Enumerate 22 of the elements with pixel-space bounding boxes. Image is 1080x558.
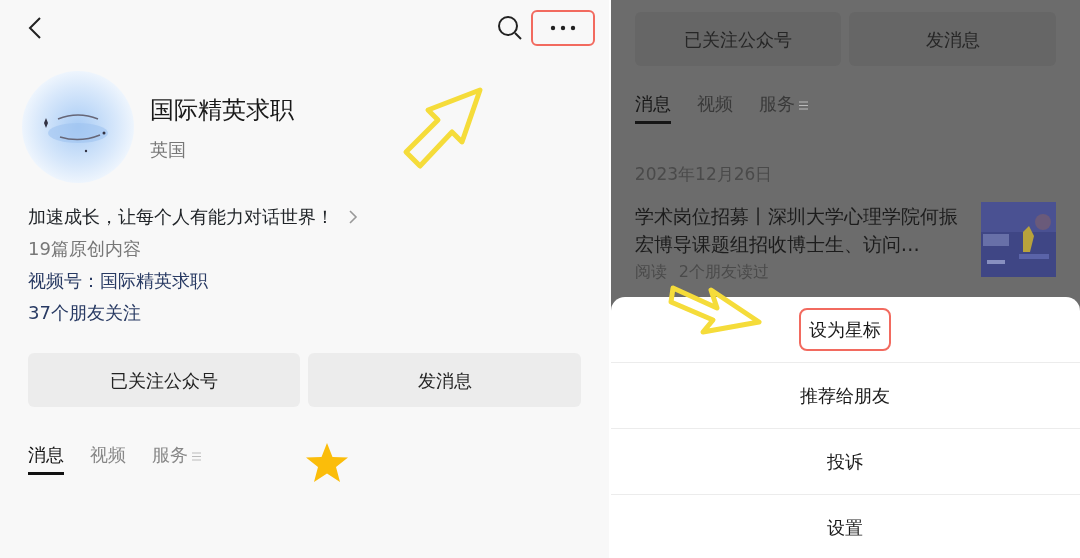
account-name: 国际精英求职 xyxy=(150,94,294,126)
friends-count[interactable]: 37个朋友关注 xyxy=(28,297,581,329)
menu-item[interactable]: 设为星标 xyxy=(799,308,892,351)
tab[interactable]: 消息 xyxy=(28,441,64,475)
chevron-right-icon[interactable] xyxy=(348,209,358,225)
menu-icon[interactable] xyxy=(798,100,808,110)
star-icon xyxy=(305,442,349,484)
menu-item[interactable]: 设置 xyxy=(817,506,874,549)
tab[interactable]: 服务 xyxy=(152,441,188,475)
more-button[interactable] xyxy=(530,9,595,46)
channel-link[interactable]: 视频号：国际精英求职 xyxy=(28,265,581,297)
bio-text: 加速成长，让每个人有能力对话世界！ xyxy=(28,205,334,229)
action-button[interactable]: 发消息 xyxy=(308,353,581,407)
search-icon[interactable] xyxy=(496,14,523,41)
menu-item[interactable]: 推荐给朋友 xyxy=(790,374,901,417)
original-count: 19篇原创内容 xyxy=(28,237,142,261)
action-button[interactable]: 已关注公众号 xyxy=(28,353,301,407)
more-icon xyxy=(549,24,576,31)
region-text: 英国 xyxy=(150,137,187,162)
back-icon[interactable] xyxy=(28,15,42,40)
menu-item[interactable]: 投诉 xyxy=(817,440,874,483)
menu-icon[interactable] xyxy=(192,451,201,461)
